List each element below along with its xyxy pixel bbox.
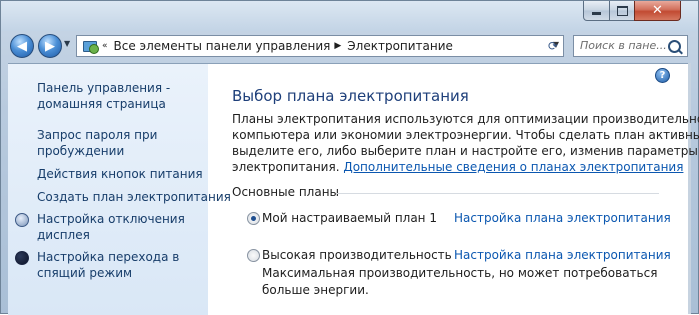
description-line: компьютера или экономии электроэнергии. … xyxy=(232,128,699,142)
description-line: выделите его, либо выберите план и настр… xyxy=(232,144,698,158)
plan-description-high-performance: Максимальная производительность, но може… xyxy=(262,265,657,299)
sidebar-item-label: домашняя страница xyxy=(37,97,166,111)
maximize-button[interactable] xyxy=(609,1,635,21)
sidebar-item-password-on-wake[interactable]: Запрос пароля при пробуждении xyxy=(37,127,157,159)
sidebar-item-sleep[interactable]: Настройка перехода в спящий режим xyxy=(37,249,179,281)
forward-button[interactable]: ▶ xyxy=(38,34,62,58)
plan-description-line: больше энергии. xyxy=(262,283,369,297)
page-description: Планы электропитания используются для оп… xyxy=(232,111,699,175)
sidebar-item-label: Панель управления - xyxy=(37,81,171,95)
help-icon[interactable]: ? xyxy=(655,68,670,83)
control-panel-icon xyxy=(82,39,99,54)
plan-radio-high-performance[interactable] xyxy=(247,249,260,262)
sidebar-item-label: Создать план электропитания xyxy=(37,190,231,204)
section-title: Основные планы xyxy=(232,185,340,199)
breadcrumb-overflow-icon[interactable]: « xyxy=(102,41,108,51)
maximize-icon xyxy=(616,5,628,16)
plan-settings-link-high-performance[interactable]: Настройка плана электропитания xyxy=(454,248,671,262)
sidebar: Панель управления - домашняя страница За… xyxy=(8,64,231,315)
forward-arrow-icon: ▶ xyxy=(45,38,55,54)
sidebar-item-display-off[interactable]: Настройка отключения дисплея xyxy=(37,211,185,243)
search-placeholder: Поиск в пане... xyxy=(580,39,667,52)
sidebar-item-label: Действия кнопок питания xyxy=(37,167,203,181)
sidebar-item-label: Настройка перехода в xyxy=(37,250,180,264)
back-arrow-icon: ◀ xyxy=(17,38,27,54)
right-border xyxy=(688,63,691,314)
breadcrumb-power-options[interactable]: Электропитание xyxy=(347,39,453,53)
search-input[interactable]: Поиск в пане... xyxy=(573,35,688,57)
sidebar-item-label: дисплея xyxy=(37,228,90,242)
page-title: Выбор плана электропитания xyxy=(232,87,469,105)
breadcrumb-all-items[interactable]: Все элементы панели управления xyxy=(114,39,331,53)
minimize-icon xyxy=(592,11,601,15)
plan-name-custom[interactable]: Мой настраиваемый план 1 xyxy=(262,211,437,225)
refresh-button[interactable]: ⟳ xyxy=(541,36,565,56)
clock-icon xyxy=(15,213,29,227)
sidebar-item-power-buttons[interactable]: Действия кнопок питания xyxy=(37,166,203,182)
sidebar-item-label: Настройка отключения xyxy=(37,212,185,226)
search-icon xyxy=(668,40,681,53)
moon-icon xyxy=(15,251,29,265)
sidebar-item-label: спящий режим xyxy=(37,266,133,280)
description-line: электропитания. xyxy=(232,160,340,174)
more-info-link[interactable]: Дополнительные сведения о планах электро… xyxy=(343,160,683,174)
sidebar-item-create-plan[interactable]: Создать план электропитания xyxy=(37,189,231,205)
plan-description-line: Максимальная производительность, но може… xyxy=(262,266,658,280)
back-button[interactable]: ◀ xyxy=(10,34,34,58)
recent-pages-dropdown[interactable]: ▼ xyxy=(64,39,73,53)
address-bar[interactable]: « Все элементы панели управления ▶ Элект… xyxy=(76,35,564,57)
plan-radio-custom[interactable] xyxy=(247,212,260,225)
sidebar-item-label: пробуждении xyxy=(37,144,125,158)
close-button[interactable]: ✕ xyxy=(634,1,681,21)
minimize-button[interactable] xyxy=(583,1,610,21)
plan-settings-link-custom[interactable]: Настройка плана электропитания xyxy=(454,211,671,225)
close-icon: ✕ xyxy=(652,3,663,18)
sidebar-item-home[interactable]: Панель управления - домашняя страница xyxy=(37,80,170,112)
refresh-icon: ⟳ xyxy=(547,39,559,53)
plan-name-high-performance[interactable]: Высокая производительность xyxy=(262,248,452,262)
section-divider xyxy=(337,193,659,194)
sidebar-item-label: Запрос пароля при xyxy=(37,128,158,142)
breadcrumb-chevron-icon[interactable]: ▶ xyxy=(334,41,341,51)
description-line: Планы электропитания используются для оп… xyxy=(232,112,699,126)
